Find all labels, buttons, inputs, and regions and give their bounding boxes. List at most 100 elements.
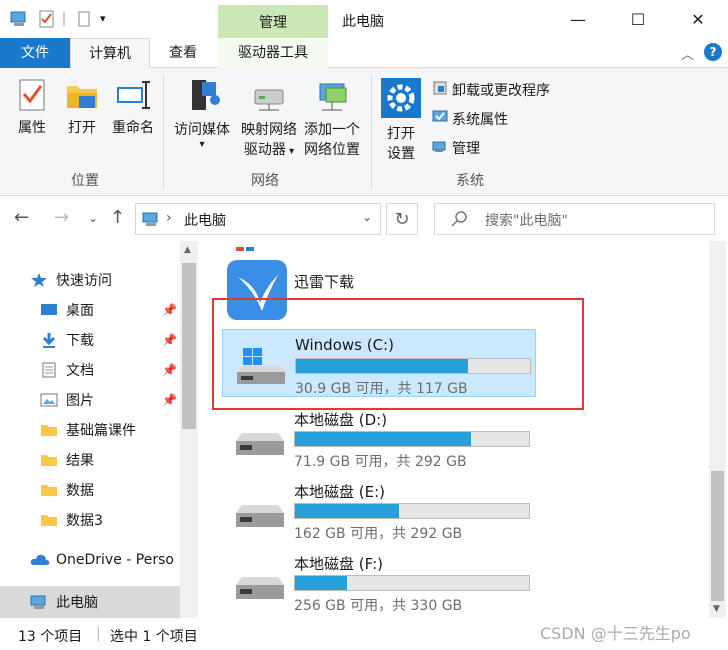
nav-label: 桌面 [66, 303, 94, 319]
search-input[interactable]: 搜索"此电脑" [434, 203, 715, 235]
scroll-down-icon[interactable]: ▼ [713, 604, 720, 614]
nav-item-downloads[interactable]: 下载 [40, 327, 94, 353]
manage-computer-icon [432, 138, 448, 158]
network-location-icon [312, 83, 352, 118]
pin-icon[interactable]: 📌 [162, 363, 177, 377]
download-arrow-icon [40, 332, 58, 348]
tab-drive-tools[interactable]: 驱动器工具 [218, 38, 328, 68]
scroll-up-icon[interactable]: ▲ [184, 245, 191, 255]
map-drive-label-1: 映射网络 [241, 122, 297, 138]
nav-item-folder[interactable]: 数据 [40, 477, 94, 503]
nav-item-quick-access[interactable]: 快速访问 [30, 267, 112, 293]
address-dropdown-icon[interactable]: ⌄ [362, 210, 372, 224]
nav-item-desktop[interactable]: 桌面 [40, 297, 94, 323]
partial-item-icon [228, 241, 268, 251]
checkmark-icon[interactable] [38, 10, 56, 32]
desktop-icon [40, 302, 58, 318]
system-group-label: 系统 [456, 173, 484, 189]
pin-icon[interactable]: 📌 [162, 303, 177, 317]
maximize-button[interactable]: ☐ [608, 0, 668, 38]
rename-icon [114, 81, 152, 116]
rename-label: 重命名 [112, 120, 154, 136]
refresh-icon: ↻ [394, 208, 410, 230]
computer-icon [30, 594, 48, 610]
address-bar[interactable]: › 此电脑 ⌄ [135, 203, 381, 235]
drive-item-f[interactable]: 本地磁盘 (F:) 256 GB 可用，共 330 GB [222, 547, 536, 615]
nav-item-pictures[interactable]: 图片 [40, 387, 94, 413]
content-scrollbar-thumb[interactable] [711, 471, 724, 601]
search-placeholder: 搜索"此电脑" [485, 213, 568, 229]
computer-icon[interactable] [10, 10, 28, 32]
divider-icon [60, 10, 70, 32]
rename-button[interactable]: 重命名 [108, 78, 158, 138]
nav-scrollbar-thumb[interactable] [182, 263, 196, 429]
status-divider: | [96, 626, 101, 642]
content-scrollbar[interactable]: ▼ [709, 241, 726, 618]
drive-item-d[interactable]: 本地磁盘 (D:) 71.9 GB 可用，共 292 GB [222, 403, 536, 471]
navigation-pane: 快速访问 桌面 📌 下载 📌 文档 📌 图片 📌 基础篇课件 结果 数据 数据3… [0, 241, 198, 618]
open-button[interactable]: 打开 [62, 78, 102, 138]
access-media-button[interactable]: 访问媒体 ▾ [170, 78, 234, 150]
pin-icon[interactable]: 📌 [162, 333, 177, 347]
drive-name: 本地磁盘 (E:) [294, 483, 386, 501]
tab-computer[interactable]: 计算机 [70, 38, 150, 69]
minimize-button[interactable]: — [548, 0, 608, 38]
breadcrumb-this-pc[interactable]: 此电脑 [184, 210, 226, 230]
network-drive-icon [249, 89, 289, 118]
properties-icon [16, 79, 48, 116]
add-network-label-2: 网络位置 [304, 142, 360, 158]
tab-file[interactable]: 文件 [0, 38, 70, 68]
tab-view[interactable]: 查看 [152, 38, 214, 68]
properties-label: 属性 [18, 120, 46, 136]
system-properties-button[interactable]: 系统属性 [432, 109, 508, 129]
customize-quick-access-icon[interactable]: ▾ [100, 12, 106, 25]
breadcrumb-separator-icon[interactable]: › [166, 210, 172, 226]
nav-item-onedrive[interactable]: OneDrive - Perso [30, 547, 174, 573]
app-name: 迅雷下载 [294, 273, 355, 291]
nav-label: 数据 [66, 483, 94, 499]
add-network-location-button[interactable]: 添加一个 网络位置 [300, 78, 364, 160]
manage-button[interactable]: 管理 [432, 138, 480, 158]
window-title: 此电脑 [342, 14, 384, 30]
refresh-button[interactable]: ↻ [386, 203, 418, 235]
drive-item-e[interactable]: 本地磁盘 (E:) 162 GB 可用，共 292 GB [222, 475, 536, 543]
folder-icon [40, 482, 58, 498]
nav-item-documents[interactable]: 文档 [40, 357, 94, 383]
access-media-dropdown-icon: ▾ [199, 139, 205, 150]
help-icon[interactable]: ? [704, 43, 722, 61]
drive-usage-fill [295, 432, 472, 446]
hard-drive-icon [232, 427, 284, 463]
nav-item-this-pc[interactable]: 此电脑 [30, 589, 98, 615]
folder-icon [40, 452, 58, 468]
drive-name: 本地磁盘 (D:) [294, 411, 388, 429]
drive-name: 本地磁盘 (F:) [294, 555, 383, 573]
search-icon [451, 211, 467, 231]
properties-button[interactable]: 属性 [12, 78, 52, 138]
collapse-ribbon-icon[interactable]: ︿ [681, 44, 694, 63]
nav-label: 文档 [66, 363, 94, 379]
map-network-drive-button[interactable]: 映射网络 驱动器 ▾ [238, 78, 300, 162]
uninstall-programs-button[interactable]: 卸载或更改程序 [432, 80, 550, 100]
up-arrow-icon[interactable]: ↑ [110, 207, 125, 228]
nav-item-folder[interactable]: 数据3 [40, 507, 103, 533]
star-icon [30, 272, 48, 288]
close-button[interactable]: ✕ [668, 0, 728, 38]
forward-arrow-icon[interactable]: → [54, 207, 69, 228]
hard-drive-icon [232, 499, 284, 535]
network-group-label: 网络 [251, 173, 279, 189]
recent-locations-icon[interactable]: ⌄ [88, 211, 98, 225]
add-network-label-1: 添加一个 [304, 122, 360, 138]
pin-icon[interactable]: 📌 [162, 393, 177, 407]
document-icon [40, 362, 58, 378]
new-folder-icon[interactable] [76, 10, 94, 32]
back-arrow-icon[interactable]: ← [14, 207, 29, 228]
nav-scrollbar[interactable]: ▲ [180, 241, 198, 618]
media-server-icon [182, 80, 222, 118]
drive-space-info: 71.9 GB 可用，共 292 GB [294, 454, 467, 470]
nav-item-folder[interactable]: 基础篇课件 [40, 417, 136, 443]
open-settings-button[interactable]: 打开 设置 [378, 78, 424, 164]
system-properties-icon [432, 109, 448, 129]
group-divider [371, 74, 372, 190]
manage-label: 管理 [452, 141, 480, 157]
nav-item-folder[interactable]: 结果 [40, 447, 94, 473]
